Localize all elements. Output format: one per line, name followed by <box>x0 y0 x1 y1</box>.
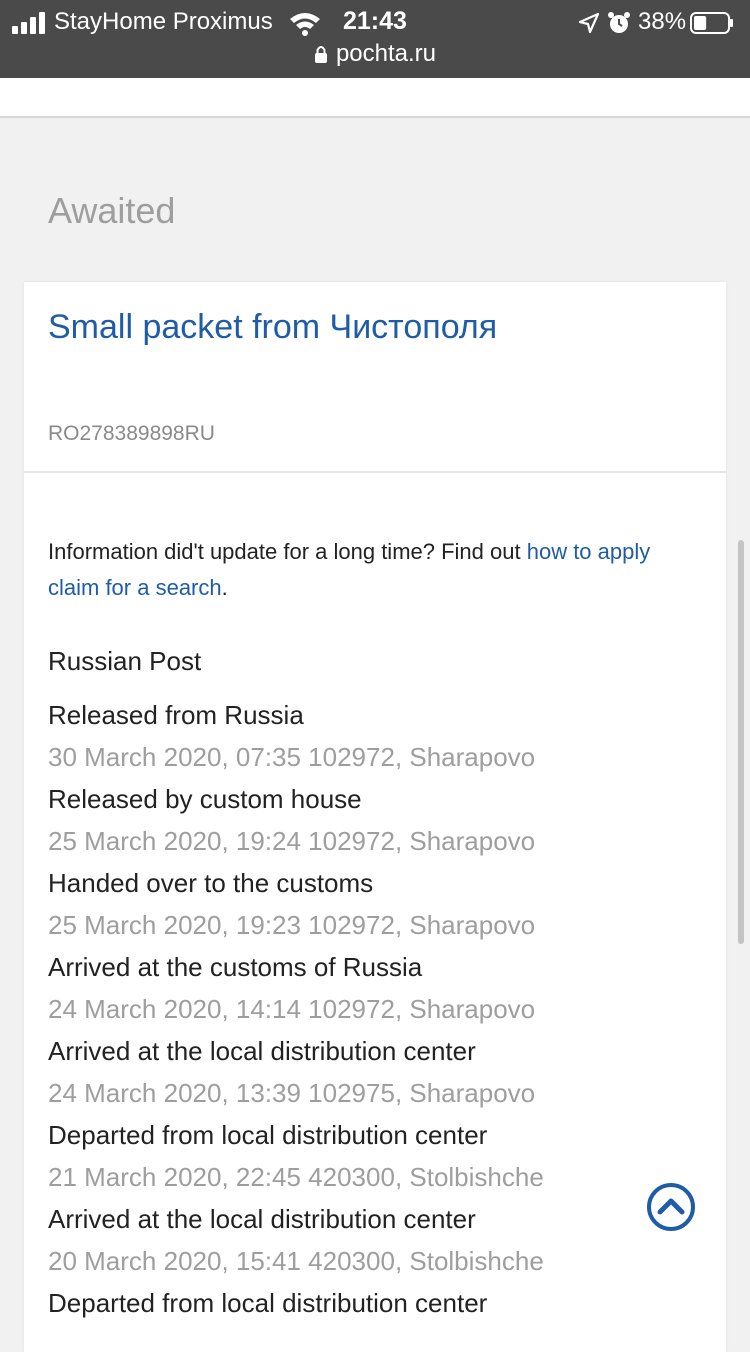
status-bar: StayHome Proximus 21:43 38% pochta.ru <box>0 0 750 78</box>
carrier-name: StayHome Proximus <box>54 8 273 35</box>
event-meta: 20 March 2020, 15:41 420300, Stolbishche <box>48 1246 544 1276</box>
tracking-number: RO278389898RU <box>48 422 215 445</box>
parcel-title[interactable]: Small packet from Чистополя <box>48 308 497 347</box>
tracking-event: Arrived at the customs of Russia 24 Marc… <box>48 948 708 1032</box>
scrollbar[interactable] <box>738 540 744 944</box>
tracking-event: Departed from local distribution center <box>48 1284 708 1322</box>
tracking-event: Handed over to the customs 25 March 2020… <box>48 864 708 948</box>
tracking-event: Arrived at the local distribution center… <box>48 1200 708 1284</box>
event-status: Arrived at the local distribution center <box>48 1036 476 1066</box>
event-meta: 25 March 2020, 19:24 102972, Sharapovo <box>48 826 536 856</box>
parcel-card: Small packet from Чистополя RO278389898R… <box>24 282 726 1352</box>
chevron-up-circle-icon[interactable] <box>646 1182 696 1232</box>
event-status: Released from Russia <box>48 700 304 730</box>
event-status: Arrived at the customs of Russia <box>48 952 423 982</box>
event-status: Arrived at the local distribution center <box>48 1204 476 1234</box>
postal-operator: Russian Post <box>48 646 202 676</box>
divider <box>24 471 726 473</box>
tracking-event: Departed from local distribution center … <box>48 1116 708 1200</box>
url-text: pochta.ru <box>335 40 437 67</box>
event-status: Released by custom house <box>48 784 362 814</box>
claim-info-text: Information did't update for a long time… <box>48 534 688 606</box>
tracking-event: Released by custom house 25 March 2020, … <box>48 780 708 864</box>
claim-info-suffix: . <box>221 575 228 600</box>
claim-info-prefix: Information did't update for a long time… <box>48 539 527 564</box>
event-meta: 25 March 2020, 19:23 102972, Sharapovo <box>48 910 536 940</box>
tracking-events-list: Released from Russia 30 March 2020, 07:3… <box>48 696 708 1322</box>
address-bar[interactable]: pochta.ru <box>0 40 750 68</box>
event-status: Handed over to the customs <box>48 868 374 898</box>
section-heading: Awaited <box>48 190 176 231</box>
event-meta: 30 March 2020, 07:35 102972, Sharapovo <box>48 742 536 772</box>
event-meta: 24 March 2020, 14:14 102972, Sharapovo <box>48 994 536 1024</box>
clock: 21:43 <box>343 7 407 35</box>
tracking-event: Arrived at the local distribution center… <box>48 1032 708 1116</box>
page-header-strip <box>0 78 750 118</box>
wifi-icon <box>290 13 320 36</box>
lock-icon <box>314 46 327 63</box>
event-status: Departed from local distribution center <box>48 1120 488 1150</box>
tracking-event: Released from Russia 30 March 2020, 07:3… <box>48 696 708 780</box>
event-status: Departed from local distribution center <box>48 1288 488 1318</box>
event-meta: 21 March 2020, 22:45 420300, Stolbishche <box>48 1162 544 1192</box>
battery-icon <box>690 12 733 34</box>
alarm-icon <box>608 12 630 33</box>
battery-percent: 38% <box>638 8 687 35</box>
cellular-signal-icon <box>12 12 46 34</box>
event-meta: 24 March 2020, 13:39 102975, Sharapovo <box>48 1078 536 1108</box>
location-arrow-icon <box>578 12 600 34</box>
